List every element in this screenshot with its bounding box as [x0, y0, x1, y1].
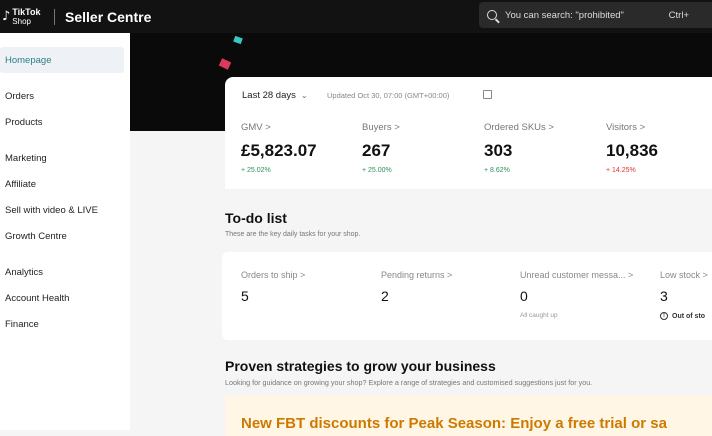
search-icon: [487, 10, 497, 20]
task-value: 3: [660, 288, 668, 304]
metric-buyers[interactable]: Buyers > 267 + 25.00%: [362, 122, 400, 174]
todo-title: To-do list: [225, 210, 287, 226]
metric-change: + 14.25%: [606, 167, 636, 174]
app-title: Seller Centre: [65, 8, 152, 25]
confetti-decoration: [233, 35, 243, 45]
metric-value: £5,823.07: [241, 141, 317, 160]
task-low-stock[interactable]: Low stock > 3 ! Out of sto: [660, 270, 708, 320]
logo-line-1: TikTok: [12, 6, 41, 17]
task-label: Unread customer messa... >: [520, 270, 634, 280]
task-note: All caught up: [520, 312, 558, 319]
info-icon: !: [660, 312, 668, 320]
metric-label: Buyers >: [362, 122, 400, 133]
metric-change: + 8.62%: [484, 167, 510, 174]
task-orders-to-ship[interactable]: Orders to ship > 5: [241, 270, 305, 304]
task-value: 5: [241, 288, 249, 304]
search-bar[interactable]: You can search: "prohibited" Ctrl+: [479, 2, 712, 28]
search-input[interactable]: You can search: "prohibited": [505, 10, 669, 21]
sidebar-item-finance[interactable]: Finance: [0, 311, 130, 337]
sidebar-item-products[interactable]: Products: [0, 109, 130, 135]
sidebar-item-homepage[interactable]: Homepage: [0, 47, 124, 73]
sidebar-item-account-health[interactable]: Account Health: [0, 285, 130, 311]
tiktok-shop-logo[interactable]: ♪ TikTok Shop: [0, 6, 52, 26]
metric-label: GMV >: [241, 122, 271, 133]
task-label: Low stock >: [660, 270, 708, 280]
metric-label: Ordered SKUs >: [484, 122, 554, 133]
task-label: Orders to ship >: [241, 270, 306, 280]
search-shortcut: Ctrl+: [668, 9, 689, 21]
task-note: Out of sto: [672, 312, 706, 320]
todo-subtitle: These are the key daily tasks for your s…: [225, 231, 361, 238]
strategies-title: Proven strategies to grow your business: [225, 358, 496, 374]
task-warning: ! Out of sto: [660, 312, 708, 320]
tiktok-note-icon: ♪: [2, 9, 11, 24]
sidebar: Homepage Orders Products Marketing Affil…: [0, 33, 130, 430]
metric-ordered-skus[interactable]: Ordered SKUs > 303 + 8.62%: [484, 122, 554, 174]
metric-change: + 25.00%: [362, 167, 392, 174]
metric-change: + 25.02%: [241, 167, 271, 174]
task-value: 2: [381, 288, 389, 304]
header-divider: [54, 8, 55, 25]
sidebar-item-sell-with-video-live[interactable]: Sell with video & LIVE: [0, 197, 130, 223]
sidebar-item-growth-centre[interactable]: Growth Centre: [0, 223, 130, 249]
period-dropdown[interactable]: Last 28 days ⌄: [242, 90, 308, 101]
top-bar: ♪ TikTok Shop Seller Centre You can sear…: [0, 0, 712, 33]
logo-text: TikTok Shop: [12, 6, 41, 26]
metric-value: 10,836: [606, 141, 658, 160]
task-unread-messages[interactable]: Unread customer messa... > 0 All caught …: [520, 270, 633, 319]
external-link-icon[interactable]: [483, 90, 492, 99]
sidebar-item-marketing[interactable]: Marketing: [0, 145, 130, 171]
promo-banner[interactable]: New FBT discounts for Peak Season: Enjoy…: [225, 396, 712, 436]
business-overview-card: Last 28 days ⌄ Updated Oct 30, 07:00 (GM…: [225, 77, 712, 189]
sidebar-item-affiliate[interactable]: Affiliate: [0, 171, 130, 197]
metric-value: 267: [362, 141, 391, 160]
task-pending-returns[interactable]: Pending returns > 2: [381, 270, 452, 304]
logo-line-2: Shop: [12, 16, 31, 26]
metric-gmv[interactable]: GMV > £5,823.07 + 25.02%: [241, 122, 317, 174]
promo-text: New FBT discounts for Peak Season: Enjoy…: [241, 415, 667, 432]
todo-card: Orders to ship > 5 Pending returns > 2 U…: [222, 252, 712, 340]
task-value: 0: [520, 288, 528, 304]
updated-timestamp: Updated Oct 30, 07:00 (GMT+00:00): [327, 91, 450, 100]
metric-value: 303: [484, 141, 513, 160]
metric-label: Visitors >: [606, 122, 646, 133]
sidebar-item-orders[interactable]: Orders: [0, 83, 130, 109]
strategies-subtitle: Looking for guidance on growing your sho…: [225, 378, 593, 387]
metric-visitors[interactable]: Visitors > 10,836 + 14.25%: [606, 122, 658, 174]
confetti-decoration: [218, 58, 232, 70]
period-label: Last 28 days: [242, 90, 296, 101]
sidebar-item-analytics[interactable]: Analytics: [0, 259, 130, 285]
task-label: Pending returns >: [381, 270, 453, 280]
chevron-down-icon: ⌄: [300, 91, 308, 100]
